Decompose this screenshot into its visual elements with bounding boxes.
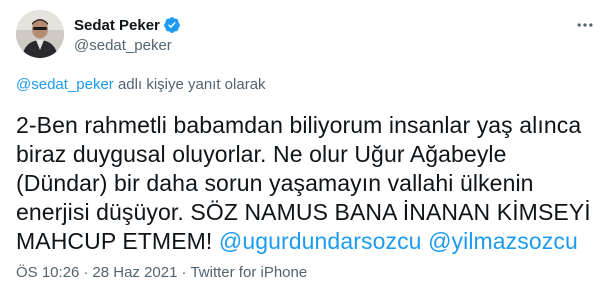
tweet-date-link[interactable]: 28 Haz 2021 [92,264,177,281]
tweet-source-link[interactable]: Twitter for iPhone [190,264,307,281]
tweet-text-segment: MAHCUP ETMEM! [16,228,219,254]
avatar[interactable] [16,10,64,58]
meta-separator: · [181,264,187,281]
tweet-text-line: biraz duygusal oluyorlar. Ne olur Uğur A… [16,141,507,167]
tweet-text-line: 2-Ben rahmetli babamdan biliyorum insanl… [16,112,582,138]
meta-separator: · [83,264,89,281]
author-display-name[interactable]: Sedat Peker [74,17,160,34]
author-info: Sedat Peker @sedat_peker [74,15,181,54]
tweet-text: 2-Ben rahmetli babamdan biliyorum insanl… [16,111,591,256]
mention-link-ugurdundarsozcu[interactable]: @ugurdundarsozcu [219,228,422,254]
avatar-image [16,10,64,58]
verified-badge-icon [163,16,181,34]
tweet-card: Sedat Peker @sedat_peker @sedat_peker ad… [0,0,613,299]
tweet-text-line: enerjisi düşüyor. SÖZ NAMUS BANA İNANAN … [16,199,591,225]
tweet-time-link[interactable]: ÖS 10:26 [16,264,79,281]
author-handle[interactable]: @sedat_peker [74,37,181,54]
tweet-text-line: (Dündar) bir daha sorun yaşamayın vallah… [16,170,534,196]
mention-link-yilmazsozcu[interactable]: @yilmazsozcu [428,228,578,254]
tweet-text-last-line: MAHCUP ETMEM! @ugurdundarsozcu @yilmazso… [16,227,591,256]
reply-context-text: adlı kişiye yanıt olarak [113,76,266,93]
tweet-metadata: ÖS 10:26 · 28 Haz 2021 · Twitter for iPh… [16,264,307,281]
more-options-icon[interactable] [574,14,596,36]
tweet-header: Sedat Peker @sedat_peker [16,10,596,62]
reply-context: @sedat_peker adlı kişiye yanıt olarak [16,76,266,93]
reply-mention-link[interactable]: @sedat_peker [16,76,114,93]
